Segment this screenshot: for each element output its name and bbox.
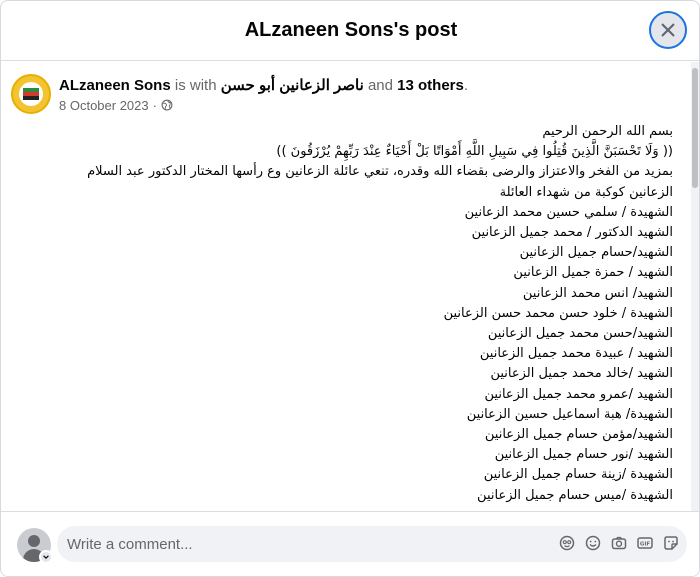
post-text-line: الشهيد الدكتور / محمد جميل الزعانين (471, 225, 673, 241)
comment-tools: GIF (559, 535, 679, 551)
comment-box[interactable]: GIF (57, 526, 687, 562)
post-text-line: بمزيد من الفخر والاعتزاز والرضى بقضاء ال… (87, 164, 673, 180)
post-text-line: (( وَلَا تَحْسَبَنَّ الَّذِينَ قُتِلُوا … (276, 144, 673, 160)
post-meta: ALzaneen Sons is with ناصر الزعانين أبو … (59, 76, 468, 113)
post-text-line: الشهيد /نور حسام جميل الزعانين (494, 447, 673, 463)
post-text-line: الشهيدة /ميس حسام جميل الزعانين (477, 487, 673, 503)
svg-text:GIF: GIF (640, 542, 651, 548)
dialog-title: ALzaneen Sons's post (244, 19, 458, 41)
and-text: and (363, 76, 398, 94)
post-text-line: الشهيدة/ هبة اسماعيل حسين الزعانين (466, 406, 673, 422)
date-separator: · (152, 97, 157, 113)
post-text-line: الشهيدة /زينة حسام جميل الزعانين (483, 467, 673, 483)
emoji-icon[interactable] (585, 535, 601, 551)
avatar-sticker-icon[interactable] (559, 535, 575, 551)
period-text: . (463, 76, 469, 94)
post-date-link[interactable]: 8 October 2023 (59, 98, 149, 113)
post-scroll-area[interactable]: ALzaneen Sons is with ناصر الزعانين أبو … (1, 62, 693, 511)
camera-icon[interactable] (611, 535, 627, 551)
post-text-line: الشهيدة / سلمي حسين محمد الزعانين (464, 204, 673, 220)
comment-input[interactable] (67, 535, 537, 553)
post-text-line: بسم الله الرحمن الرحيم (542, 124, 673, 139)
post-text-line: الزعانين كوكبة من شهداء العائلة (499, 184, 673, 200)
close-button[interactable] (649, 11, 687, 49)
chevron-down-icon[interactable] (39, 550, 53, 564)
post-text-line: الشهيد / حمزة جميل الزعانين (513, 265, 673, 281)
author-name-link[interactable]: ALzaneen Sons (59, 77, 171, 94)
post-date-line: 8 October 2023 · (59, 98, 468, 113)
post-text-line: الشهيد / عبيدة محمد جميل الزعانين (479, 346, 673, 362)
dialog-header: ALzaneen Sons's post (1, 1, 699, 61)
post-text-line: الشهيد /عمرو محمد جميل الزعانين (484, 386, 673, 402)
post-text-line: الشهيد/حسن محمد جميل الزعانين (487, 326, 673, 342)
post-body: بسم الله الرحمن الرحيم (( وَلَا تَحْسَبَن… (13, 122, 673, 506)
post-author-line: ALzaneen Sons is with ناصر الزعانين أبو … (59, 76, 468, 94)
sticker-icon[interactable] (663, 535, 679, 551)
tagged-person-link[interactable]: ناصر الزعانين أبو حسن (221, 77, 364, 94)
post-text-line: الشهيد/مؤمن حسام جميل الزعانين (484, 427, 673, 443)
post-header: ALzaneen Sons is with ناصر الزعانين أبو … (11, 70, 468, 118)
post-text-line: الشهيد /خالد محمد جميل الزعانين (490, 366, 673, 382)
others-link[interactable]: 13 others (397, 77, 464, 94)
page-avatar[interactable] (11, 74, 51, 114)
with-text: is with (170, 76, 221, 94)
close-icon (661, 23, 675, 37)
comment-footer: GIF (1, 511, 699, 576)
post-dialog: ALzaneen Sons's post ALzaneen Sons is wi… (0, 0, 700, 577)
post-text-line: الشهيد/حسام جميل الزعانين (519, 245, 673, 261)
globe-icon (161, 99, 173, 111)
gif-icon[interactable]: GIF (637, 535, 653, 551)
scrollbar-thumb[interactable] (692, 68, 698, 188)
post-text-line: الشهيد/ انس محمد الزعانين (522, 285, 673, 301)
post-text-line: الشهيدة / خلود حسن محمد حسن الزعانين (443, 305, 673, 321)
scrollbar[interactable] (691, 62, 699, 511)
